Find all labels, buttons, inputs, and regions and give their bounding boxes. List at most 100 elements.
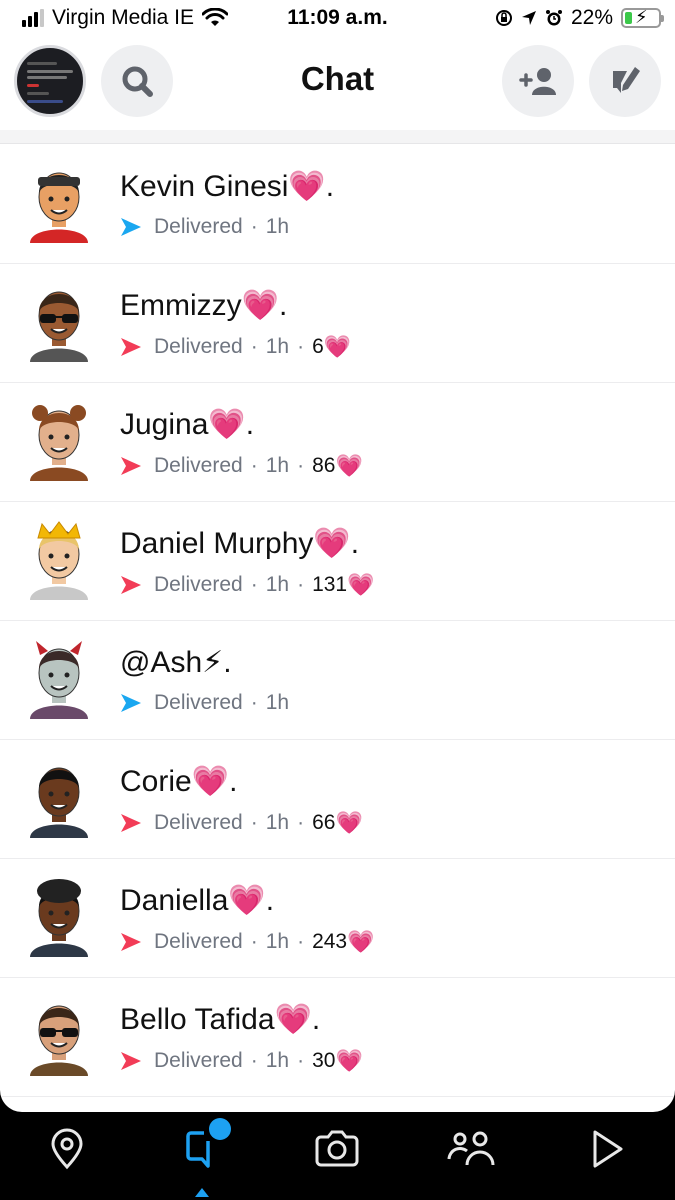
status-text: Delivered [154,573,243,596]
friend-emoji: 💗 [274,1003,312,1036]
friend-emoji: 💗 [228,884,266,917]
friend-emoji: 💗 [313,527,351,560]
streak-count: 66 [312,811,336,834]
streak-heart-icon: 💗 [323,334,352,359]
chat-screen: Virgin Media IE 11:09 a.m. 22% ⚡ Chat Ke… [0,0,675,1112]
header-divider [0,130,675,144]
status-text: Delivered [154,215,243,238]
chat-row[interactable]: Daniel Murphy💗. Delivered · 1h · 131 💗 [0,502,675,621]
status-text: Delivered [154,691,243,714]
separator: · [297,1049,305,1072]
time-ago: 1h [265,930,290,953]
chat-name: Daniella💗. [120,883,274,918]
profile-avatar[interactable] [14,45,86,117]
nav-discover[interactable] [577,1124,637,1174]
separator: · [250,335,258,358]
search-button[interactable] [101,45,173,117]
sent-snap-arrow-icon [121,338,141,356]
chat-name-text: Jugina [120,408,209,441]
status-bar: Virgin Media IE 11:09 a.m. 22% ⚡ [0,0,675,40]
camera-icon [315,1130,359,1167]
name-suffix: . [350,527,360,560]
new-chat-button[interactable] [589,45,661,117]
chat-name-text: Daniel Murphy [120,527,314,560]
status-text: Delivered [154,454,243,477]
chat-status: Delivered · 1h · 131 💗 [120,572,375,598]
chat-name: Kevin Ginesi💗. [120,169,334,204]
streak-count: 86 [312,454,336,477]
name-suffix: . [223,646,232,679]
name-suffix: . [229,765,238,798]
chat-name: Emmizzy💗. [120,288,287,323]
add-friend-icon [519,68,556,95]
nav-friends[interactable] [441,1124,501,1174]
avatar[interactable] [24,401,94,481]
avatar[interactable] [24,758,94,838]
chat-status: Delivered · 1h [120,215,289,239]
name-suffix: . [325,170,335,203]
chat-row[interactable]: @Ash⚡. Delivered · 1h [0,621,675,740]
friend-emoji: 💗 [208,408,246,441]
chat-row[interactable]: Bello Tafida💗. Delivered · 1h · 30 💗 [0,978,675,1097]
sent-snap-arrow-icon [121,576,141,594]
chat-name-text: Emmizzy [120,289,242,322]
time-ago: 1h [265,573,290,596]
chat-name-text: @Ash [120,646,203,679]
friend-emoji: 💗 [241,289,280,322]
chat-name-text: Kevin Ginesi [120,170,289,203]
chat-name-text: Daniella [120,884,229,917]
sent-chat-arrow-icon [121,218,141,236]
active-tab-indicator [195,1188,209,1197]
chat-name: Corie💗. [120,764,237,799]
location-icon [521,11,536,25]
battery-charging-icon: ⚡ [621,7,664,28]
chat-name-text: Bello Tafida [120,1003,275,1036]
status-text: Delivered [154,811,243,834]
sent-snap-arrow-icon [121,1052,141,1070]
alarm-icon [545,10,562,26]
sent-snap-arrow-icon [121,457,141,475]
chat-name: @Ash⚡. [120,645,232,680]
chat-status: Delivered · 1h · 6 💗 [120,334,351,360]
avatar[interactable] [24,282,94,362]
status-text: Delivered [154,930,243,953]
chat-status: Delivered · 1h · 66 💗 [120,810,363,836]
chat-status: Delivered · 1h [120,691,289,715]
time-ago: 1h [265,335,290,358]
name-suffix: . [311,1003,321,1036]
nav-camera[interactable] [307,1124,367,1174]
chat-row[interactable]: Emmizzy💗. Delivered · 1h · 6 💗 [0,264,675,383]
avatar[interactable] [24,877,94,957]
chat-row[interactable]: Corie💗. Delivered · 1h · 66 💗 [0,740,675,859]
friend-emoji: 💗 [191,765,230,798]
name-suffix: . [279,289,288,322]
new-chat-icon [613,67,640,93]
separator: · [250,691,258,714]
streak-heart-icon: 💗 [335,453,363,478]
avatar[interactable] [24,639,94,719]
streak-count: 6 [312,335,324,358]
separator: · [250,215,258,238]
name-suffix: . [265,884,275,917]
search-icon [122,66,153,97]
add-friend-button[interactable] [502,45,574,117]
nav-map[interactable] [37,1124,97,1174]
avatar[interactable] [24,163,94,243]
chat-row[interactable]: Kevin Ginesi💗. Delivered · 1h [0,145,675,264]
separator: · [250,573,258,596]
chat-row[interactable]: Daniella💗. Delivered · 1h · 243 💗 [0,859,675,978]
chat-name-text: Corie [120,765,192,798]
time-ago: 1h [265,454,290,477]
sent-snap-arrow-icon [121,933,141,951]
avatar[interactable] [24,996,94,1076]
separator: · [297,573,305,596]
streak-count: 131 [312,573,348,596]
friend-emoji: ⚡ [202,646,224,679]
separator: · [297,454,305,477]
wifi-icon [202,8,229,26]
map-icon [51,1128,83,1170]
streak-heart-icon: 💗 [335,1048,363,1073]
avatar[interactable] [24,520,94,600]
chat-row[interactable]: Jugina💗. Delivered · 1h · 86 💗 [0,383,675,502]
friend-emoji: 💗 [288,170,326,203]
